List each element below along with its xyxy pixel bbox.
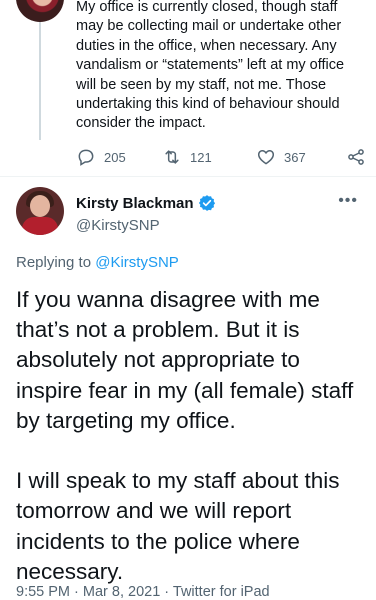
author-name: Kirsty Blackman bbox=[76, 194, 194, 212]
verified-badge-icon bbox=[198, 194, 216, 212]
tweet-timestamp[interactable]: 9:55 PM · Mar 8, 2021 · Twitter for iPad bbox=[16, 584, 270, 600]
reply-button[interactable]: 205 bbox=[76, 147, 162, 167]
more-icon[interactable]: ••• bbox=[338, 192, 358, 210]
author-name-row[interactable]: Kirsty Blackman bbox=[76, 194, 216, 212]
divider bbox=[0, 176, 376, 177]
heart-icon bbox=[257, 149, 275, 165]
replying-to-mention[interactable]: @KirstySNP bbox=[95, 254, 179, 271]
reply-count: 205 bbox=[104, 149, 126, 165]
retweet-button[interactable]: 121 bbox=[162, 147, 256, 167]
retweet-count: 121 bbox=[190, 149, 212, 165]
author-handle[interactable]: @KirstySNP bbox=[76, 217, 216, 234]
replying-to-label: Replying to bbox=[16, 254, 96, 271]
previous-tweet-text: My office is currently closed, though st… bbox=[76, 0, 345, 132]
previous-tweet-actions: 205 121 367 bbox=[76, 146, 366, 168]
share-button[interactable] bbox=[346, 147, 366, 167]
author-info: Kirsty Blackman @KirstySNP bbox=[76, 194, 216, 234]
previous-tweet-avatar[interactable] bbox=[16, 0, 64, 22]
tweet-text: If you wanna disagree with me that’s not… bbox=[16, 287, 354, 584]
like-count: 367 bbox=[284, 149, 306, 165]
reply-icon bbox=[78, 149, 94, 166]
author-avatar[interactable] bbox=[16, 187, 64, 235]
share-icon bbox=[348, 149, 364, 165]
retweet-icon bbox=[165, 150, 179, 164]
like-button[interactable]: 367 bbox=[256, 147, 346, 167]
replying-to: Replying to @KirstySNP bbox=[16, 254, 179, 271]
